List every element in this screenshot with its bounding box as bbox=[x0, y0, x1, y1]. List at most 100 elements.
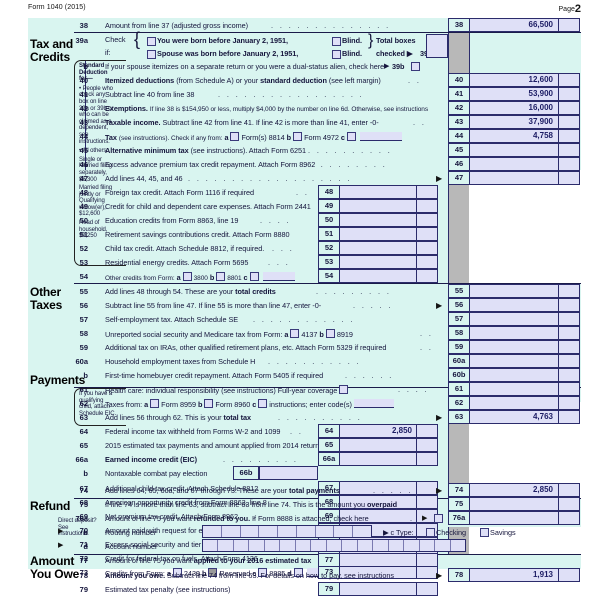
money-cents-59[interactable] bbox=[558, 340, 580, 354]
checkbox-form-8814[interactable] bbox=[230, 132, 240, 141]
money-amount-46[interactable] bbox=[469, 157, 559, 171]
sub-amount-79[interactable] bbox=[339, 582, 417, 596]
sub-cents-79[interactable] bbox=[416, 582, 438, 596]
line-number-40: 40 bbox=[79, 76, 88, 85]
money-cents-38[interactable] bbox=[558, 18, 580, 32]
sub-cents-49[interactable] bbox=[416, 199, 438, 213]
money-amount-44[interactable]: 4,758 bbox=[469, 129, 559, 143]
money-cents-58[interactable] bbox=[558, 326, 580, 340]
money-amount-78[interactable]: 1,913 bbox=[469, 568, 559, 582]
sub-amount-65[interactable] bbox=[339, 438, 417, 452]
money-amount-41[interactable]: 53,900 bbox=[469, 87, 559, 101]
checkbox-spouse-born-before[interactable] bbox=[147, 50, 156, 59]
line-39a-checked: checked ▶ bbox=[376, 49, 413, 58]
sub-cents-65[interactable] bbox=[416, 438, 438, 452]
money-amount-38[interactable]: 66,500 bbox=[469, 18, 559, 32]
money-cents-43[interactable] bbox=[558, 115, 580, 129]
money-cents-40[interactable] bbox=[558, 73, 580, 87]
sub-cents-48[interactable] bbox=[416, 185, 438, 199]
money-cents-74[interactable] bbox=[558, 483, 580, 497]
checkbox-form-other-54[interactable] bbox=[249, 272, 259, 281]
money-cents-45[interactable] bbox=[558, 143, 580, 157]
checkbox-form-8919[interactable] bbox=[325, 329, 335, 338]
money-amount-76a[interactable] bbox=[469, 511, 559, 525]
money-cents-42[interactable] bbox=[558, 101, 580, 115]
sub-cents-50[interactable] bbox=[416, 213, 438, 227]
sub-cents-52[interactable] bbox=[416, 241, 438, 255]
money-amount-56[interactable] bbox=[469, 298, 559, 312]
money-cents-57[interactable] bbox=[558, 312, 580, 326]
line-66b-field[interactable] bbox=[259, 466, 318, 480]
money-amount-57[interactable] bbox=[469, 312, 559, 326]
checkbox-instructions-62[interactable] bbox=[258, 399, 268, 408]
sub-amount-54[interactable] bbox=[339, 269, 417, 283]
checkbox-form-8801[interactable] bbox=[216, 272, 226, 281]
sub-amount-49[interactable] bbox=[339, 199, 417, 213]
money-cents-60a[interactable] bbox=[558, 354, 580, 368]
sub-cents-54[interactable] bbox=[416, 269, 438, 283]
money-cents-56[interactable] bbox=[558, 298, 580, 312]
sub-cents-77[interactable] bbox=[416, 553, 438, 567]
money-cents-44[interactable] bbox=[558, 129, 580, 143]
sub-amount-77[interactable] bbox=[339, 553, 417, 567]
money-amount-42[interactable]: 16,000 bbox=[469, 101, 559, 115]
money-cents-75[interactable] bbox=[558, 497, 580, 511]
sub-cents-53[interactable] bbox=[416, 255, 438, 269]
checkbox-form-8960[interactable] bbox=[204, 399, 214, 408]
checkbox-39b[interactable] bbox=[411, 62, 420, 71]
checkbox-savings[interactable] bbox=[480, 528, 489, 537]
money-amount-59[interactable] bbox=[469, 340, 559, 354]
checkbox-form-other-44[interactable] bbox=[346, 132, 356, 141]
line-44-other-field[interactable] bbox=[359, 132, 402, 141]
money-cents-47[interactable] bbox=[558, 171, 580, 185]
checkbox-full-year-coverage[interactable] bbox=[339, 385, 349, 394]
money-cents-46[interactable] bbox=[558, 157, 580, 171]
account-number-field[interactable] bbox=[202, 539, 466, 552]
money-amount-60b[interactable] bbox=[469, 368, 559, 382]
sub-cents-66a[interactable] bbox=[416, 452, 438, 466]
sub-cents-64[interactable] bbox=[416, 424, 438, 438]
money-amount-43[interactable]: 37,900 bbox=[469, 115, 559, 129]
checkbox-form-8888[interactable] bbox=[434, 514, 443, 523]
total-boxes-checked-field[interactable] bbox=[426, 34, 448, 58]
checkbox-blind-spouse[interactable] bbox=[332, 50, 341, 59]
money-cents-76a[interactable] bbox=[558, 511, 580, 525]
money-amount-58[interactable] bbox=[469, 326, 559, 340]
money-cents-63[interactable] bbox=[558, 410, 580, 424]
sub-amount-51[interactable] bbox=[339, 227, 417, 241]
sub-amount-66a[interactable] bbox=[339, 452, 417, 466]
sub-amount-53[interactable] bbox=[339, 255, 417, 269]
money-amount-74[interactable]: 2,850 bbox=[469, 483, 559, 497]
checkbox-blind-you[interactable] bbox=[332, 37, 341, 46]
money-amount-75[interactable] bbox=[469, 497, 559, 511]
money-cents-61[interactable] bbox=[558, 382, 580, 396]
checkbox-checking[interactable] bbox=[426, 528, 435, 537]
sub-cents-51[interactable] bbox=[416, 227, 438, 241]
checkbox-you-born-before[interactable] bbox=[147, 37, 156, 46]
checkbox-form-3800[interactable] bbox=[182, 272, 192, 281]
routing-number-field[interactable] bbox=[202, 525, 372, 538]
money-amount-60a[interactable] bbox=[469, 354, 559, 368]
sub-amount-48[interactable] bbox=[339, 185, 417, 199]
line-54-other-field[interactable] bbox=[262, 272, 295, 281]
money-amount-62[interactable] bbox=[469, 396, 559, 410]
sub-amount-52[interactable] bbox=[339, 241, 417, 255]
money-amount-47[interactable] bbox=[469, 171, 559, 185]
money-amount-45[interactable] bbox=[469, 143, 559, 157]
money-cents-62[interactable] bbox=[558, 396, 580, 410]
money-amount-40[interactable]: 12,600 bbox=[469, 73, 559, 87]
checkbox-form-4972[interactable] bbox=[293, 132, 303, 141]
money-cents-41[interactable] bbox=[558, 87, 580, 101]
money-cents-78[interactable] bbox=[558, 568, 580, 582]
line-50-description: Education credits from Form 8863, line 1… bbox=[105, 216, 239, 225]
line-62-code-field[interactable] bbox=[353, 399, 394, 408]
money-amount-55[interactable] bbox=[469, 284, 559, 298]
money-amount-63[interactable]: 4,763 bbox=[469, 410, 559, 424]
checkbox-form-8959[interactable] bbox=[150, 399, 160, 408]
money-cents-60b[interactable] bbox=[558, 368, 580, 382]
sub-amount-50[interactable] bbox=[339, 213, 417, 227]
money-cents-55[interactable] bbox=[558, 284, 580, 298]
sub-amount-64[interactable]: 2,850 bbox=[339, 424, 417, 438]
checkbox-form-4137[interactable] bbox=[290, 329, 300, 338]
money-amount-61[interactable] bbox=[469, 382, 559, 396]
